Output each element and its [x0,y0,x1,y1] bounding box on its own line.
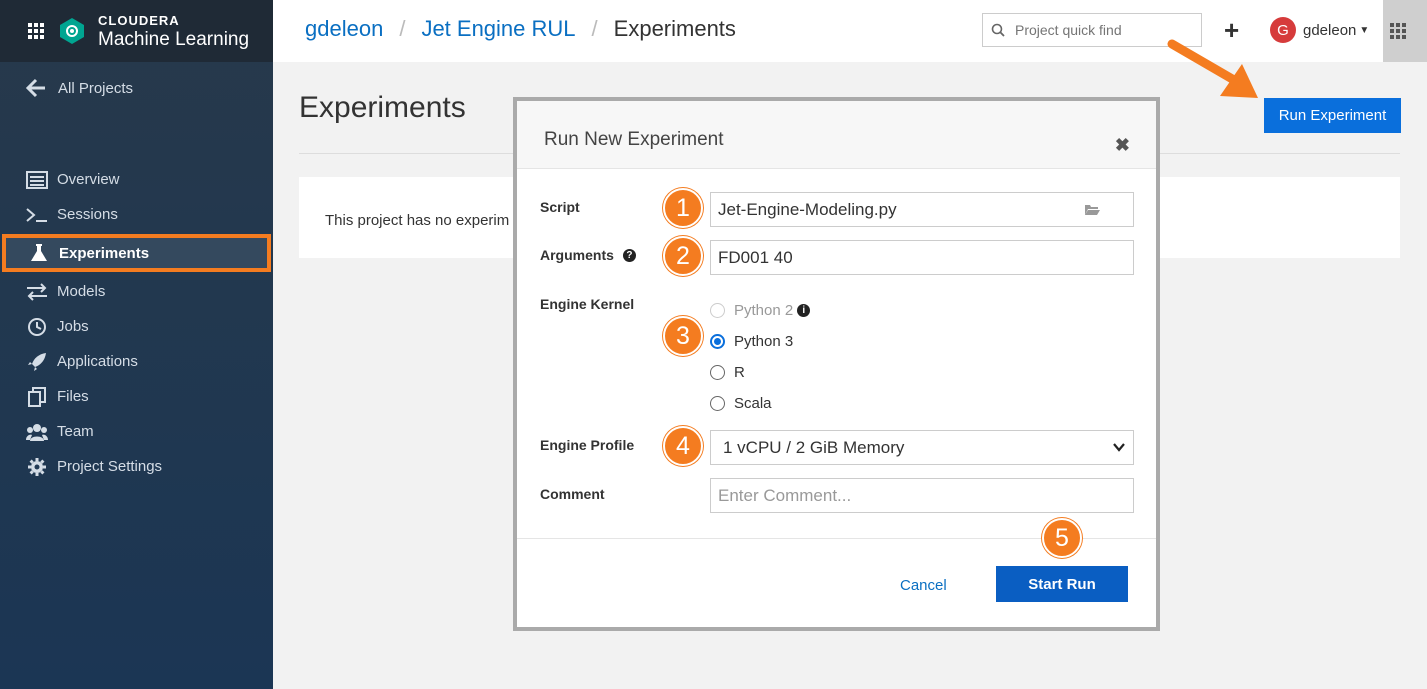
flask-icon [28,242,50,264]
engine-kernel-label: Engine Kernel [540,296,635,312]
comment-field[interactable]: Enter Comment... [710,478,1134,513]
all-projects-label: All Projects [58,79,134,97]
sidebar-item-label: Overview [57,171,120,188]
kernel-option-label: Python 2 [734,302,794,319]
step-badge-1: 1 [663,188,703,228]
modal-title: Run New Experiment [544,129,724,150]
username: gdeleon [1303,21,1357,39]
team-icon [26,421,48,443]
script-label: Script [540,199,580,215]
modal-footer: 5 Cancel Start Run [517,518,1156,627]
sidebar-item-label: Team [57,423,94,440]
all-projects-link[interactable]: All Projects [26,78,133,98]
breadcrumb-project-link[interactable]: Jet Engine RUL [421,16,575,42]
search-icon [991,23,1005,37]
step-badge-4: 4 [663,426,703,466]
kernel-option-label: Python 3 [734,333,794,350]
radio-button[interactable] [710,396,725,411]
sidebar-item-label: Experiments [59,244,150,262]
arguments-value: FD001 40 [718,247,793,267]
sidebar-item-models[interactable]: Models [0,274,273,309]
chevron-down-icon [1113,443,1125,452]
gear-icon [26,456,48,478]
sidebar-item-applications[interactable]: Applications [0,344,273,379]
comment-label: Comment [540,486,605,502]
breadcrumb-user-link[interactable]: gdeleon [305,16,383,42]
arrows-icon [26,281,48,303]
brand-company: CLOUDERA [98,12,180,28]
breadcrumb: gdeleon / Jet Engine RUL / Experiments [305,16,736,42]
engine-profile-select[interactable]: 1 vCPU / 2 GiB Memory [710,430,1134,465]
grid-icon [1390,23,1406,39]
help-icon[interactable]: ? [622,248,636,262]
sidebar-item-label: Project Settings [57,458,163,475]
terminal-icon [26,204,48,226]
script-field[interactable]: Jet-Engine-Modeling.py [710,192,1134,227]
brand-bar: CLOUDERA Machine Learning [0,0,273,62]
cloudera-logo-icon [60,18,84,44]
step-badge-5: 5 [1042,518,1082,558]
sidebar: CLOUDERA Machine Learning All Projects O… [0,0,273,689]
sidebar-item-label: Files [57,388,89,405]
run-experiment-modal: Run New Experiment ✖ Script 1 Jet-Engine… [517,101,1156,627]
modal-backdrop-frame: Run New Experiment ✖ Script 1 Jet-Engine… [513,97,1160,631]
sidebar-item-label: Sessions [57,206,118,223]
rocket-icon [26,351,48,373]
close-icon[interactable]: ✖ [1115,135,1130,156]
comment-placeholder: Enter Comment... [718,485,852,505]
user-menu[interactable]: G gdeleon ▼ [1270,17,1369,43]
sidebar-item-sessions[interactable]: Sessions [0,197,273,232]
script-value: Jet-Engine-Modeling.py [718,199,897,219]
breadcrumb-separator: / [591,16,598,41]
apps-menu-button[interactable] [1383,0,1427,62]
engine-profile-value: 1 vCPU / 2 GiB Memory [723,437,905,457]
radio-button[interactable] [710,334,725,349]
arguments-label-row: Arguments ? [540,247,636,263]
avatar: G [1270,17,1296,43]
cancel-button[interactable]: Cancel [900,577,947,594]
sidebar-nav: Overview Sessions Experiments Models Job… [0,162,273,484]
kernel-option-python3[interactable]: Python 3 [710,333,793,350]
sidebar-item-team[interactable]: Team [0,414,273,449]
sidebar-item-jobs[interactable]: Jobs [0,309,273,344]
step-badge-3: 3 [663,316,703,356]
sidebar-item-overview[interactable]: Overview [0,162,273,197]
kernel-option-scala[interactable]: Scala [710,395,772,412]
kernel-option-r[interactable]: R [710,364,745,381]
sidebar-item-experiments[interactable]: Experiments [2,234,271,272]
clock-icon [26,316,48,338]
files-icon [26,386,48,408]
kernel-option-label: R [734,364,745,381]
sidebar-item-label: Applications [57,353,138,370]
breadcrumb-current: Experiments [613,16,736,41]
radio-button [710,303,725,318]
sidebar-item-label: Jobs [57,318,89,335]
start-run-button[interactable]: Start Run [996,566,1128,602]
arguments-field[interactable]: FD001 40 [710,240,1134,275]
kernel-option-python2: Python 2 i [710,302,811,319]
back-arrow-icon [26,78,45,98]
annotation-arrow-icon [1167,39,1258,98]
sidebar-item-project-settings[interactable]: Project Settings [0,449,273,484]
sidebar-item-label: Models [57,283,106,300]
chevron-down-icon: ▼ [1359,24,1370,36]
run-experiment-button[interactable]: Run Experiment [1264,98,1401,133]
kernel-option-label: Scala [734,395,772,412]
arguments-label: Arguments [540,247,614,263]
brand-product: Machine Learning [98,28,250,50]
overview-icon [26,169,48,191]
page-title: Experiments [299,91,466,124]
modal-header: Run New Experiment ✖ [517,101,1156,169]
app-launcher-icon[interactable] [28,23,44,39]
engine-profile-label: Engine Profile [540,437,635,453]
step-badge-2: 2 [663,236,703,276]
sidebar-item-files[interactable]: Files [0,379,273,414]
radio-button[interactable] [710,365,725,380]
info-icon[interactable]: i [797,304,811,317]
folder-open-icon[interactable] [1084,203,1101,216]
empty-state-message: This project has no experim [325,212,510,229]
breadcrumb-separator: / [399,16,406,41]
